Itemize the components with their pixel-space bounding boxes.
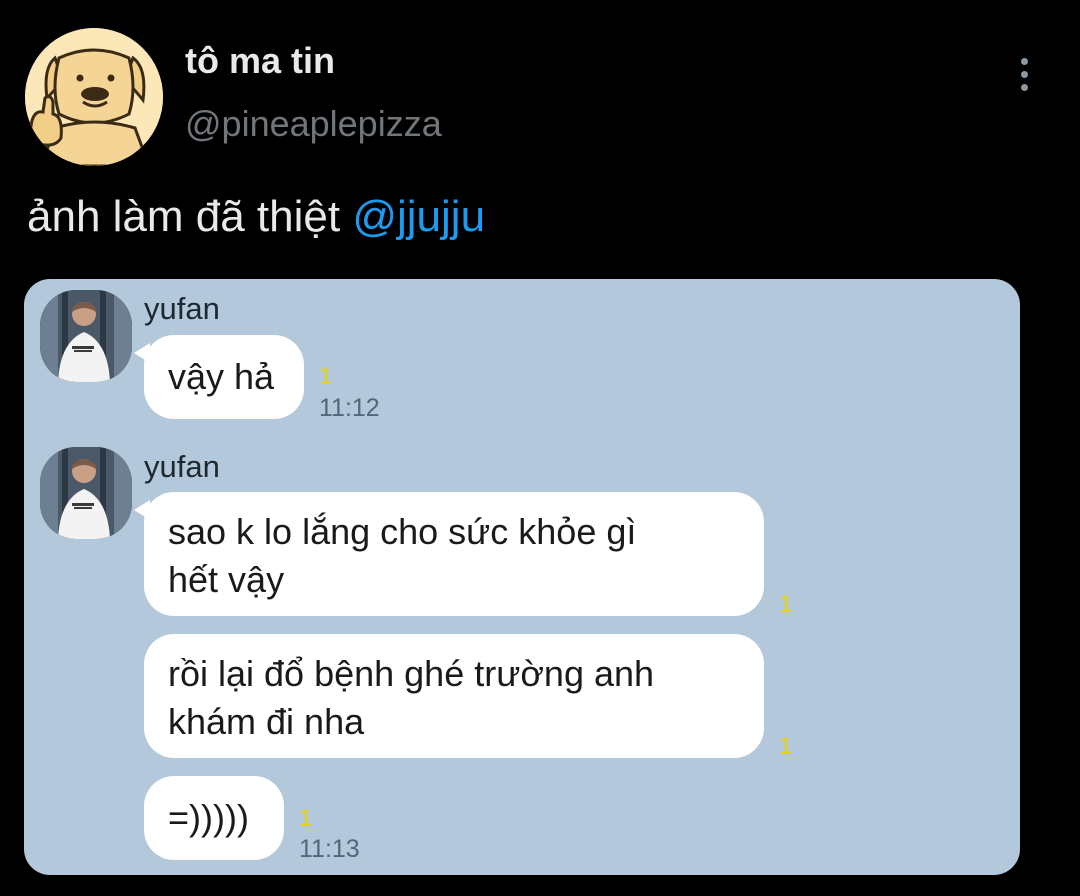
tweet-media-image[interactable]: yufan vậy hả 1 11:12 yufan sao k lo lắng…: [24, 279, 1020, 875]
chat-avatar: [40, 447, 132, 539]
person-photo-icon: [40, 447, 132, 539]
tweet-text: ảnh làm đã thiệt @jjujju: [27, 192, 485, 242]
person-photo-icon: [40, 290, 132, 382]
chat-message-bubble: =))))): [144, 776, 284, 860]
message-line: vậy hả: [168, 356, 275, 397]
message-line: =))))): [168, 797, 249, 838]
chat-sender-name: yufan: [144, 449, 220, 484]
profile-avatar[interactable]: [25, 28, 163, 166]
user-handle[interactable]: @pineaplepizza: [185, 103, 442, 145]
message-time: 11:12: [319, 394, 380, 422]
more-dot: [1020, 57, 1028, 65]
message-line: sao k lo lắng cho sức khỏe gì: [168, 511, 637, 552]
chat-message-bubble: sao k lo lắng cho sức khỏe gì hết vậy: [134, 492, 764, 616]
message-line: khám đi nha: [168, 701, 365, 742]
message-line: rồi lại đổ bệnh ghé trường anh: [168, 653, 655, 694]
chat-avatar: [40, 290, 132, 382]
unread-count: 1: [319, 363, 333, 390]
unread-count: 1: [299, 805, 313, 832]
display-name[interactable]: tô ma tin: [185, 40, 335, 82]
message-time: 11:13: [299, 835, 360, 863]
chat-message-bubble: vậy hả: [134, 335, 304, 419]
chat-message-bubble: rồi lại đổ bệnh ghé trường anh khám đi n…: [144, 634, 764, 758]
mention-link[interactable]: @jjujju: [352, 192, 485, 241]
more-dot: [1020, 83, 1028, 91]
tweet-body: ảnh làm đã thiệt: [27, 192, 353, 241]
more-vertical-icon[interactable]: [1006, 52, 1042, 96]
more-dot: [1020, 70, 1028, 78]
message-line: hết vậy: [168, 559, 285, 600]
dog-thumbs-up-icon: [25, 28, 163, 166]
unread-count: 1: [779, 591, 793, 618]
chat-sender-name: yufan: [144, 291, 220, 326]
unread-count: 1: [779, 733, 793, 760]
